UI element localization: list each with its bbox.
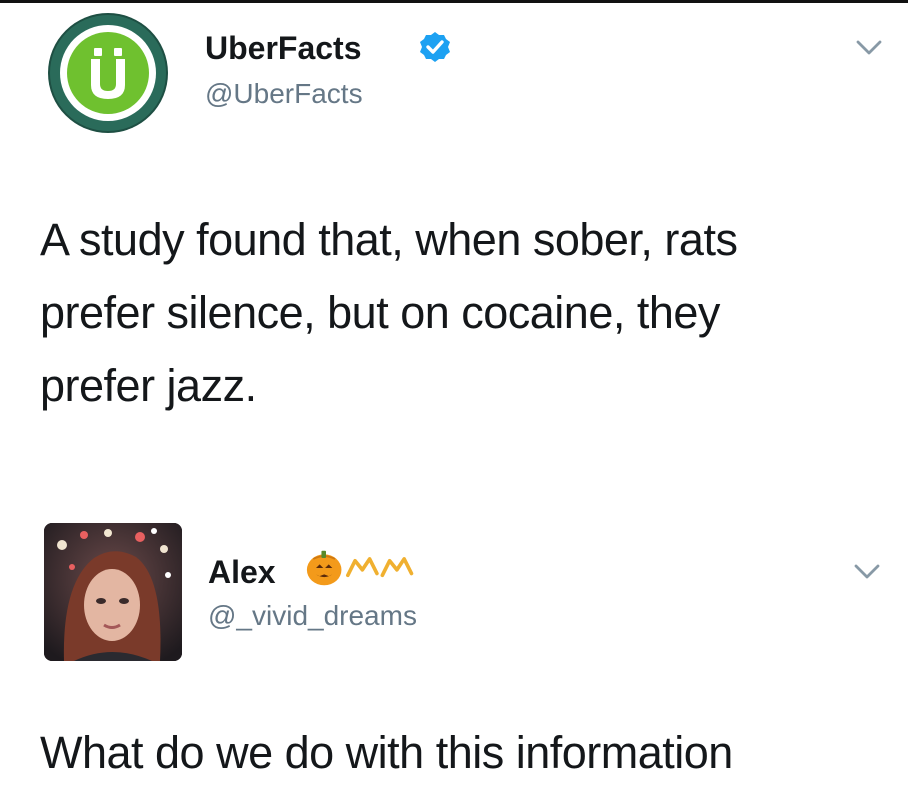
uberfacts-logo-icon (91, 48, 125, 99)
verified-badge-icon (420, 32, 450, 62)
chevron-down-icon[interactable] (854, 38, 884, 58)
tweet-alex: Alex @_vivid_dreams What do we do with t… (0, 470, 908, 800)
tweet-text-line: prefer silence, but on cocaine, they (40, 287, 720, 338)
crown-icon (346, 557, 379, 578)
profile-photo (44, 523, 182, 661)
uberfacts-avatar[interactable] (50, 15, 166, 131)
chevron-down-icon[interactable] (852, 562, 882, 582)
crown-icon (380, 557, 414, 578)
tweet-text: A study found that, when sober, rats pre… (40, 203, 870, 422)
author-display-name[interactable]: UberFacts (205, 32, 362, 64)
name-emojis (306, 550, 414, 586)
alex-avatar[interactable] (44, 523, 182, 661)
author-handle[interactable]: @UberFacts (205, 80, 363, 108)
tweet-uberfacts: UberFacts @UberFacts A study found that,… (0, 0, 908, 470)
tweet-text-line: A study found that, when sober, rats (40, 214, 738, 265)
author-handle[interactable]: @_vivid_dreams (208, 602, 417, 630)
tweet-text-line: What do we do with this information (40, 727, 733, 778)
tweet-text-line: prefer jazz. (40, 360, 257, 411)
author-display-name[interactable]: Alex (208, 556, 276, 588)
tweet-text: What do we do with this information (40, 716, 870, 789)
jack-o-lantern-icon (306, 550, 342, 586)
